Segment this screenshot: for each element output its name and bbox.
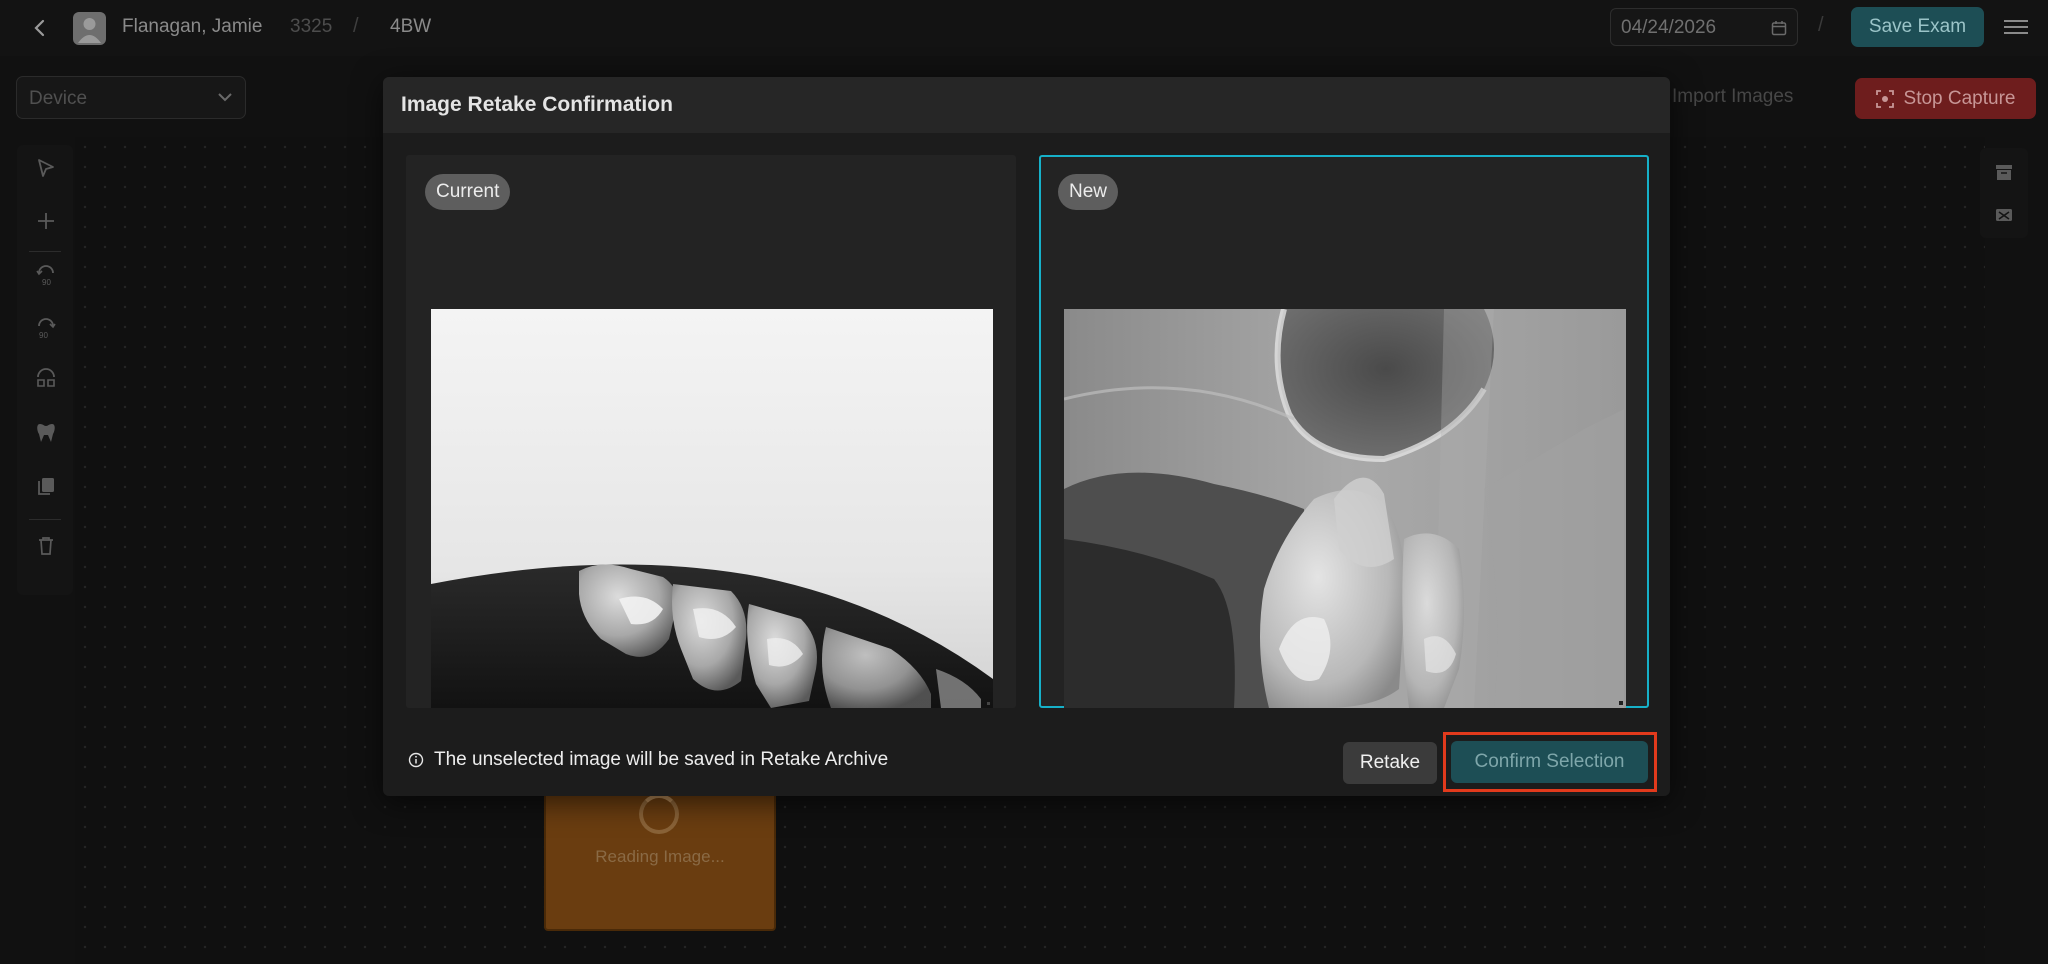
info-icon: [408, 752, 424, 768]
calendar-icon: [1771, 21, 1787, 36]
confirm-selection-highlight: Confirm Selection: [1443, 732, 1657, 792]
current-image-panel[interactable]: Current: [406, 155, 1016, 708]
copy-icon[interactable]: [33, 473, 59, 499]
current-label: Current: [425, 174, 511, 210]
save-exam-button[interactable]: Save Exam: [1851, 7, 1984, 47]
reading-image-card: Reading Image...: [544, 785, 776, 931]
new-xray-image: [1064, 309, 1626, 708]
add-icon[interactable]: [33, 208, 59, 234]
new-image-panel[interactable]: New: [1039, 155, 1649, 708]
confirm-selection-button[interactable]: Confirm Selection: [1451, 741, 1648, 783]
toolbar-divider: [29, 519, 61, 520]
chevron-left-icon: [34, 19, 45, 37]
reading-image-text: Reading Image...: [595, 847, 725, 866]
current-xray-image: [431, 309, 993, 708]
patient-id: 3325: [290, 16, 333, 37]
back-button[interactable]: [26, 14, 54, 42]
exam-type: 4BW: [390, 16, 432, 37]
retake-info: The unselected image will be saved in Re…: [408, 749, 888, 771]
dialog-header: Image Retake Confirmation: [383, 77, 1670, 133]
exam-date-value: 04/24/2026: [1621, 17, 1717, 38]
exam-date-field[interactable]: 04/24/2026: [1610, 8, 1798, 46]
loading-spinner-icon: [639, 794, 679, 834]
info-text: The unselected image will be saved in Re…: [434, 749, 889, 770]
header-separator: /: [1818, 14, 1824, 36]
user-icon: [78, 18, 101, 43]
device-select[interactable]: Device: [16, 76, 246, 119]
svg-text:90: 90: [39, 331, 48, 340]
flip-icon[interactable]: [33, 367, 59, 393]
rotate-ccw-90-icon[interactable]: 90: [33, 262, 59, 288]
stop-capture-button[interactable]: Stop Capture: [1855, 78, 2036, 119]
rotate-cw-90-icon[interactable]: 90: [33, 315, 59, 341]
tooth-icon[interactable]: [33, 420, 59, 446]
select-icon[interactable]: [33, 155, 59, 181]
device-select-value: Device: [29, 88, 88, 109]
new-label: New: [1058, 174, 1119, 210]
right-toolbar: [1980, 148, 2028, 238]
import-images-button[interactable]: Import Images: [1672, 86, 1793, 108]
toolbar-divider: [29, 251, 61, 252]
left-toolbar: 90 90: [17, 145, 73, 595]
retake-button[interactable]: Retake: [1343, 742, 1437, 784]
svg-text:90: 90: [42, 278, 51, 287]
capture-icon: [1875, 89, 1894, 108]
menu-icon[interactable]: [2004, 16, 2028, 38]
image-off-icon[interactable]: [1991, 202, 2017, 228]
trash-icon[interactable]: [33, 533, 59, 559]
avatar[interactable]: [73, 12, 106, 45]
breadcrumb-separator: /: [353, 15, 359, 37]
patient-name: Flanagan, Jamie: [122, 16, 263, 37]
retake-confirmation-dialog: Image Retake Confirmation Current New Th…: [383, 77, 1670, 796]
dialog-title: Image Retake Confirmation: [401, 93, 673, 116]
top-bar: Flanagan, Jamie 3325 / 4BW 04/24/2026 / …: [0, 0, 2048, 56]
chevron-down-icon: [218, 93, 232, 102]
stop-capture-label: Stop Capture: [1903, 87, 2016, 109]
archive-icon[interactable]: [1991, 159, 2017, 185]
